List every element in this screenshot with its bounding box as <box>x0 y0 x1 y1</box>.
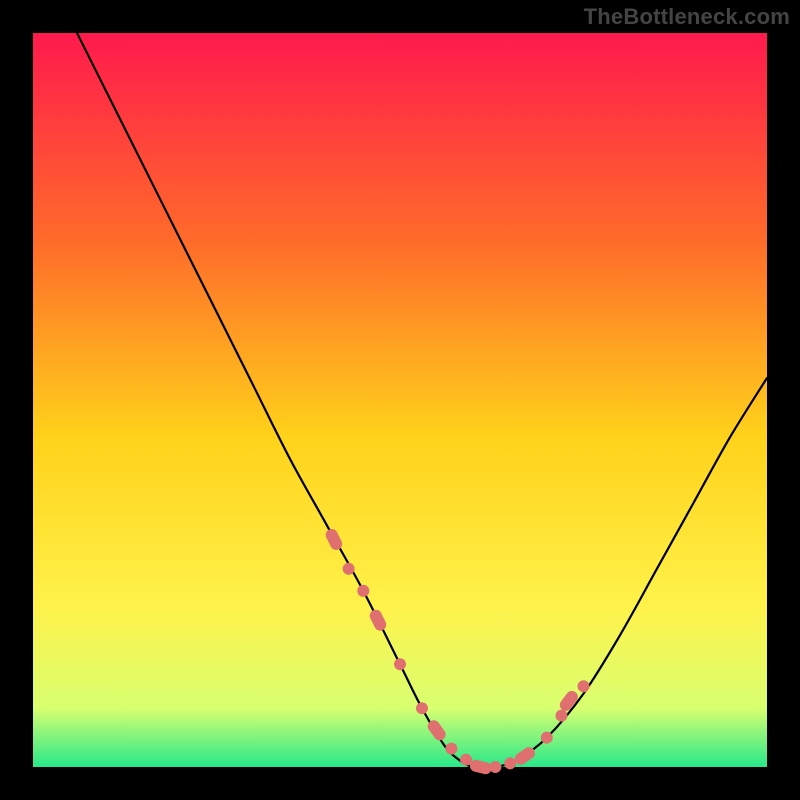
plot-background <box>33 33 767 767</box>
bottleneck-chart <box>0 0 800 800</box>
chart-frame: TheBottleneck.com <box>0 0 800 800</box>
watermark-text: TheBottleneck.com <box>584 4 790 30</box>
